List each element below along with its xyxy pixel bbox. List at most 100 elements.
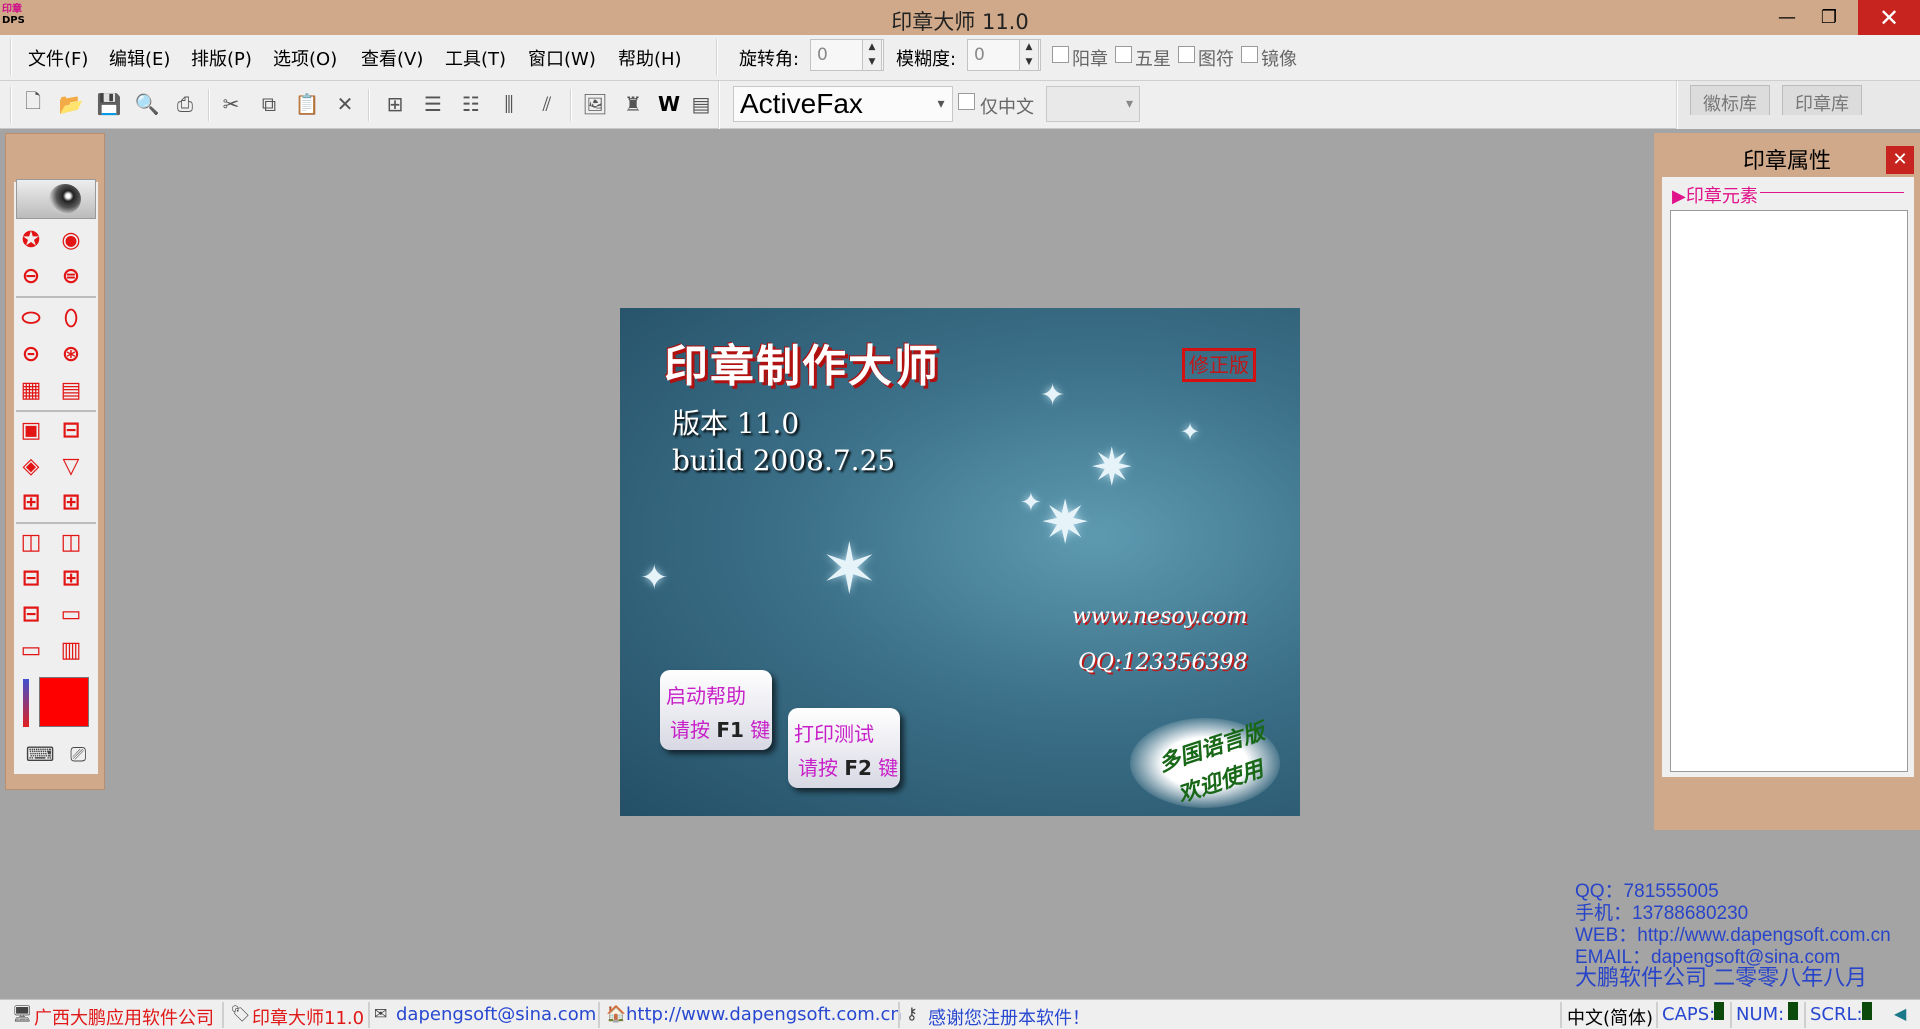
align-top-icon[interactable]: ⫼ [494,89,524,119]
cut-icon[interactable]: ✂ [216,89,246,119]
excel-icon[interactable]: ▤ [686,89,716,119]
menu-window[interactable]: 窗口(W) [528,45,596,71]
round-seal-icon[interactable]: ◉ [56,226,86,254]
status-num: NUM: [1736,1004,1785,1025]
contact-mobile: 手机：13788680230 [1575,903,1749,924]
status-email-link[interactable]: dapengsoft@sina.com [396,1004,596,1025]
mail-icon: ✉ [374,1004,388,1023]
paste-icon[interactable]: 📋 [292,89,322,119]
export-image-icon[interactable]: 🖼 [580,89,610,119]
print-card-key: F2 [844,756,872,780]
menu-help[interactable]: 帮助(H) [618,45,682,71]
menu-layout[interactable]: 排版(P) [191,45,252,71]
status-website-link[interactable]: http://www.dapengsoft.com.cn [626,1004,902,1025]
help-card[interactable]: 启动帮助 请按 F1 键 [660,670,772,750]
split-seal-c-icon[interactable]: ⊟ [16,600,46,628]
palette-divider [16,410,96,412]
rect-seal-icon[interactable]: ▭ [56,600,86,628]
align-left-icon[interactable]: ☰ [418,89,448,119]
diamond-seal-icon[interactable]: ◈ [16,452,46,480]
scroll-left-icon[interactable]: ◀ [1894,1004,1906,1023]
checkbox-symbol[interactable] [1178,46,1195,63]
print-icon[interactable]: ⎙ [170,89,200,119]
split-seal-b-icon[interactable]: ⊞ [56,564,86,592]
rotation-label: 旋转角: [739,49,800,70]
new-file-icon[interactable]: 🗋 [18,89,48,119]
triangle-seal-icon[interactable]: ▽ [56,452,86,480]
checkbox-star[interactable] [1115,46,1132,63]
font-select[interactable]: ActiveFax [733,86,953,122]
color-swatch[interactable] [39,677,89,727]
menu-grip [10,39,12,75]
align-center-icon[interactable]: ⊞ [380,89,410,119]
rect-grid-seal-icon[interactable]: ▤ [56,376,86,404]
close-button[interactable]: ✕ [1858,0,1920,35]
toolbar: 🗋 📂 💾 🔍 ⎙ ✂ ⧉ 📋 ✕ ⊞ ☰ ☷ ⫼ ⫽ 🖼 ♜ W ▤ Acti… [0,81,1920,129]
color-gradient-bar[interactable] [23,679,29,727]
double-column-seal-icon[interactable]: ◫ [56,528,86,556]
help-card-title: 启动帮助 [666,684,746,708]
tab-seal-library[interactable]: 印章库 [1782,85,1862,115]
restore-button[interactable]: ❐ [1806,0,1852,35]
word-icon[interactable]: W [654,89,684,119]
long-grid-seal-icon[interactable]: ▥ [56,636,86,664]
align-right-icon[interactable]: ☷ [456,89,486,119]
split-seal-a-icon[interactable]: ⊟ [16,564,46,592]
preview-eye-icon[interactable] [16,179,96,219]
menu-edit[interactable]: 编辑(E) [109,45,170,71]
square-seal-icon[interactable]: ▣ [16,416,46,444]
delete-icon[interactable]: ✕ [330,89,360,119]
align-bottom-icon[interactable]: ⫽ [532,89,562,119]
copy-icon[interactable]: ⧉ [254,89,284,119]
splash-image: ✦ ✷ ✦ ✶ ✷ ✦ ✦ 印章制作大师 修正版 版本 11.0 build 2… [620,308,1300,816]
checkbox-mirror[interactable] [1241,46,1258,63]
oval-grid-seal-icon[interactable]: ⬯ [56,304,86,332]
checkbox-yang-label: 阳章 [1072,49,1108,70]
rotation-spinner[interactable]: ▲ ▼ [862,39,882,71]
menu-file[interactable]: 文件(F) [28,45,88,71]
chevron-down-icon[interactable]: ▾ [930,86,952,122]
status-scrl: SCRL: [1810,1004,1863,1025]
properties-close-button[interactable]: ✕ [1886,146,1914,174]
round-bar-seal-icon[interactable]: ⊖ [16,262,46,290]
status-separator [898,1002,900,1028]
tab-logo-library[interactable]: 徽标库 [1690,85,1770,115]
round-double-bar-seal-icon[interactable]: ⊜ [56,262,86,290]
tag-icon: 🏷 [230,1004,251,1023]
blur-label: 模糊度: [896,49,957,70]
print-test-card[interactable]: 打印测试 请按 F2 键 [788,708,900,788]
round-star-seal-icon[interactable]: ✪ [16,226,46,254]
square-grid-seal-icon[interactable]: ▦ [16,376,46,404]
splash-title: 印章制作大师 [664,341,940,392]
status-separator [598,1002,600,1028]
chinese-only-checkbox[interactable] [958,93,975,110]
vertical-split-seal-icon[interactable]: ◫ [16,528,46,556]
save-icon[interactable]: 💾 [94,89,124,119]
home-icon: 🏠 [606,1004,626,1023]
menu-view[interactable]: 查看(V) [361,45,423,71]
typewriter-icon[interactable]: ⌨ [26,742,55,770]
print-preview-icon[interactable]: 🔍 [132,89,162,119]
oval-bar-seal-icon[interactable]: ⊝ [16,340,46,368]
open-folder-icon[interactable]: 📂 [56,89,86,119]
seal-elements-list[interactable] [1670,210,1908,772]
square-split-seal-icon[interactable]: ⊟ [56,416,86,444]
star-decoration: ✦ [1180,418,1201,446]
oval-seal-icon[interactable]: ⬭ [16,304,46,332]
long-rect-seal-icon[interactable]: ▭ [16,636,46,664]
minimize-button[interactable]: — [1764,0,1810,35]
stamp-tool-icon[interactable]: ♜ [618,89,648,119]
status-caps: CAPS: [1662,1004,1716,1025]
menu-tools[interactable]: 工具(T) [445,45,506,71]
status-thanks: 感谢您注册本软件！ [928,1008,1090,1029]
eye-ball [49,184,81,214]
quad-seal-icon[interactable]: ⊞ [16,488,46,516]
menu-options[interactable]: 选项(O) [273,45,337,71]
scanner-icon[interactable]: ⎚ [70,742,86,770]
menu-bar: 文件(F) 编辑(E) 排版(P) 选项(O) 查看(V) 工具(T) 窗口(W… [0,35,1920,81]
font-size-select[interactable]: ▾ [1046,86,1140,122]
oval-double-seal-icon[interactable]: ⊛ [56,340,86,368]
quad-split-seal-icon[interactable]: ⊞ [56,488,86,516]
blur-spinner[interactable]: ▲ ▼ [1019,39,1039,71]
checkbox-yang[interactable] [1052,46,1069,63]
